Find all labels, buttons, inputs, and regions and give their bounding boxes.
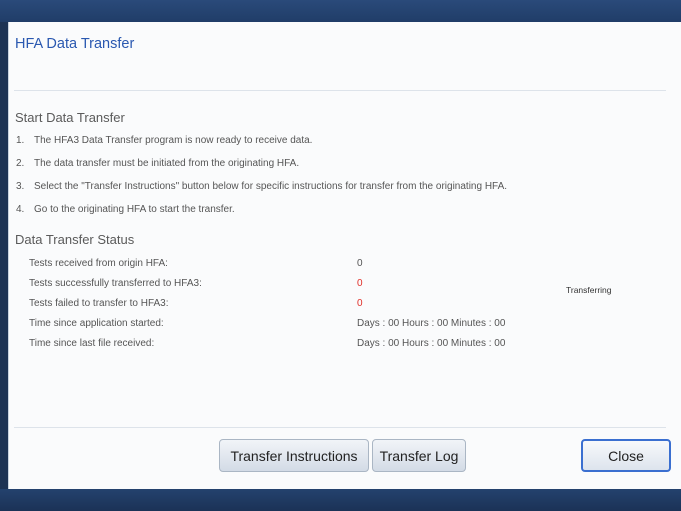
status-value: 0 [357,278,363,289]
start-transfer-heading: Start Data Transfer [15,110,125,125]
status-label: Time since application started: [29,318,164,329]
instruction-list: 1. The HFA3 Data Transfer program is now … [16,135,507,227]
transfer-status-heading: Data Transfer Status [15,232,135,247]
status-row-transferred: Tests successfully transferred to HFA3: … [29,278,549,294]
transfer-log-button[interactable]: Transfer Log [372,439,466,472]
status-row-failed: Tests failed to transfer to HFA3: 0 [29,298,549,314]
status-value: Days : 00 Hours : 00 Minutes : 00 [357,338,506,349]
transfer-state-label: Transferring [566,285,612,295]
status-row-last-file-time: Time since last file received: Days : 00… [29,338,549,354]
window-titlebar [0,0,681,22]
instruction-step: 3. Select the "Transfer Instructions" but… [16,181,508,192]
status-value: 0 [357,258,363,269]
instruction-step: 2. The data transfer must be initiated fr… [16,158,300,169]
transfer-dialog [8,22,681,489]
dialog-title: HFA Data Transfer [15,36,135,52]
footer-divider [14,427,666,428]
status-row-received: Tests received from origin HFA: 0 [29,258,549,274]
status-value: 0 [357,298,363,309]
taskbar-strip [0,489,681,511]
status-label: Time since last file received: [29,338,155,349]
close-button[interactable]: Close [581,439,671,472]
status-value: Days : 00 Hours : 00 Minutes : 00 [357,318,506,329]
instruction-step: 4. Go to the originating HFA to start the… [16,204,235,215]
transfer-instructions-button[interactable]: Transfer Instructions [219,439,369,472]
status-label: Tests failed to transfer to HFA3: [29,298,169,309]
status-label: Tests received from origin HFA: [29,258,168,269]
status-label: Tests successfully transferred to HFA3: [29,278,202,289]
status-row-app-time: Time since application started: Days : 0… [29,318,549,334]
instruction-step: 1. The HFA3 Data Transfer program is now … [16,135,313,146]
title-divider [14,90,666,91]
